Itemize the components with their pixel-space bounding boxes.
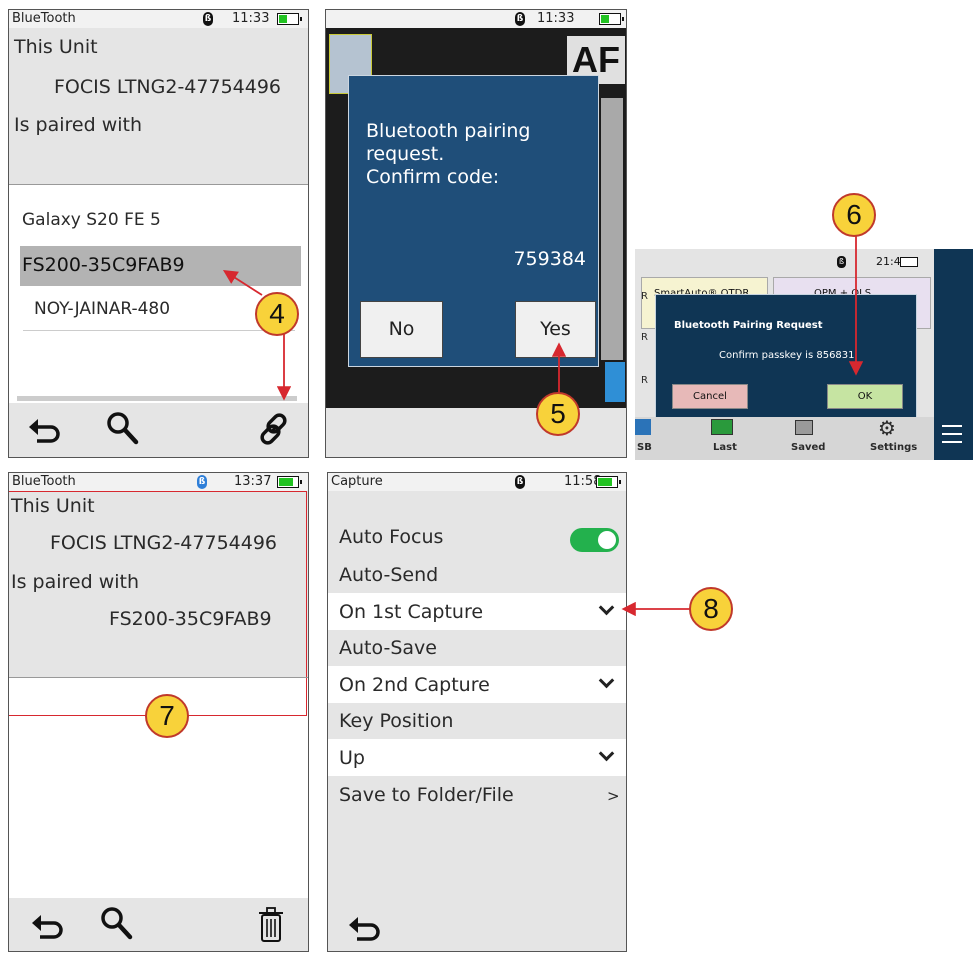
- callout-5: 5: [536, 392, 580, 436]
- callout-8: 8: [689, 587, 733, 631]
- callout-4: 4: [255, 292, 299, 336]
- annotation-arrows: [166, 236, 864, 712]
- callout-6: 6: [832, 193, 876, 237]
- callout-7: 7: [145, 694, 189, 738]
- arrow-4a: [222, 270, 263, 296]
